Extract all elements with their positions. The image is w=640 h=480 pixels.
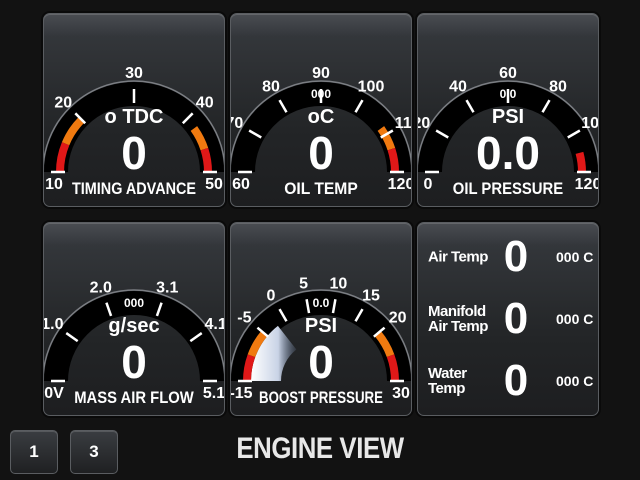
gauge-sub-value: 000 bbox=[311, 87, 331, 101]
gauge-value: 0 bbox=[121, 127, 147, 179]
gauge-tick-label: 0 bbox=[424, 176, 433, 193]
gauge-zone-red-high bbox=[387, 147, 399, 173]
water-temp-unit: 000 C bbox=[556, 373, 594, 389]
gauge-tick-label: 70 bbox=[231, 115, 243, 132]
gauge-tick-label: 100 bbox=[358, 78, 385, 95]
gauge-oil-pressure: 0204060801001200.0PSI0.0OIL PRESSURE bbox=[417, 13, 599, 207]
gauge-svg: 0204060801001200.0PSI0.0OIL PRESSURE bbox=[418, 65, 598, 198]
gauge-sub-value: 0.0 bbox=[313, 296, 330, 310]
gauge-timing-advance: 10 20 30 40 50 o TDC 0 TIMING ADVANCE bbox=[43, 13, 225, 207]
gauge-svg: -15-505 101520300.0PSI0BOOST PRESSURE bbox=[231, 276, 411, 407]
gauge-title-mass-air-flow: MASS AIR FLOW bbox=[74, 388, 194, 407]
manifold-air-temp-row: Manifold Air Temp 0 000 C bbox=[418, 289, 598, 349]
gauge-tick-label: 2.0 bbox=[90, 280, 112, 297]
gauge-tick-label: -15 bbox=[231, 385, 253, 402]
gauge-value: 0 bbox=[308, 336, 334, 388]
gauge-tick-label: 5.1 bbox=[203, 385, 224, 402]
gauge-title-oil-temp: OIL TEMP bbox=[284, 179, 358, 198]
gauge-sub-value: 0.0 bbox=[500, 87, 517, 101]
gauge-unit: PSI bbox=[492, 106, 524, 128]
air-temp-label: Air Temp bbox=[428, 248, 488, 266]
gauge-tick-label: 40 bbox=[449, 78, 467, 95]
gauge-tick-label: -5 bbox=[237, 310, 251, 327]
air-temp-row: Air Temp 0 000 C bbox=[418, 227, 598, 287]
gauge-value: 0 bbox=[121, 336, 147, 388]
gauge-tick-label: 20 bbox=[54, 94, 72, 111]
gauge-tick-label: 80 bbox=[549, 78, 567, 95]
manifold-air-temp-value: 0 bbox=[503, 294, 529, 343]
gauge-tick-label: 50 bbox=[205, 176, 223, 193]
gauge-zone-red-high bbox=[200, 147, 212, 173]
manifold-air-temp-unit: 000 C bbox=[556, 311, 594, 327]
gauge-tick-label: 0 bbox=[267, 287, 276, 304]
gauge-tick-label: 80 bbox=[262, 78, 280, 95]
gauge-sub-value: 000 bbox=[124, 296, 144, 310]
gauge-unit: oC bbox=[308, 106, 335, 128]
gauge-tick-label: 20 bbox=[418, 115, 430, 132]
gauge-tick-label: 30 bbox=[392, 385, 410, 402]
gauge-tick-label: 1.0 bbox=[44, 316, 64, 333]
air-temp-value: 0 bbox=[503, 232, 529, 281]
gauge-value: 0 bbox=[308, 127, 334, 179]
temperature-panel: Air Temp 0 000 C Manifold Air Temp 0 000… bbox=[417, 222, 599, 416]
gauge-tick-label: 90 bbox=[312, 65, 330, 82]
gauge-value: 0.0 bbox=[476, 127, 540, 179]
view-title: ENGINE VIEW bbox=[236, 432, 404, 465]
gauge-unit: PSI bbox=[305, 315, 337, 337]
gauge-title-boost-pressure: BOOST PRESSURE bbox=[259, 388, 383, 407]
gauge-svg: 60 70 80 90 100 110 120 000 oC0OIL TEMP bbox=[231, 65, 411, 198]
gauge-tick-label: 120 bbox=[388, 176, 411, 193]
gauge-unit: g/sec bbox=[108, 315, 159, 337]
gauge-svg: 0V 1.0 2.0 3.1 4.1 5.1 000 g/sec0MASS AIR FLOW bbox=[44, 280, 224, 407]
gauge-tick-label: 5 bbox=[299, 276, 308, 293]
air-temp-unit: 000 C bbox=[556, 249, 594, 265]
gauge-tick-label: 60 bbox=[232, 176, 250, 193]
water-temp-value: 0 bbox=[503, 356, 529, 405]
gauge-title-oil-pressure: OIL PRESSURE bbox=[453, 179, 563, 198]
gauge-zone-red-high bbox=[386, 354, 399, 382]
gauge-svg: 10 20 30 40 50 o TDC0TIMING ADVANCE bbox=[44, 65, 224, 198]
gauge-tick-label: 10 bbox=[45, 176, 63, 193]
gauge-tick-label: 20 bbox=[389, 310, 407, 327]
gauge-tick-label: 4.1 bbox=[204, 316, 224, 333]
manifold-air-temp-label: Manifold Air Temp bbox=[428, 303, 488, 335]
gauge-tick-label: 30 bbox=[125, 65, 143, 82]
gauge-tick-label: 3.1 bbox=[156, 280, 178, 297]
gauge-mass-air-flow: 0V 1.0 2.0 3.1 4.1 5.1 000 g/sec0MASS AIR FLOW bbox=[43, 222, 225, 416]
water-temp-label: Water Temp bbox=[428, 365, 467, 397]
gauge-unit: o TDC bbox=[105, 106, 164, 128]
gauge-tick-label: 120 bbox=[575, 176, 598, 193]
gauge-tick-label: 40 bbox=[196, 94, 214, 111]
gauge-tick-label: 60 bbox=[499, 65, 517, 82]
gauge-title-timing-advance: TIMING ADVANCE bbox=[72, 179, 196, 198]
gauge-boost-pressure: -15 -5 0 5 10 15 20 30 0.0 PSI 0 BOOST PRESSURE bbox=[230, 222, 412, 416]
gauge-oil-temp: 60 70 80 90 100 110 120 000 oC0OIL TEMP bbox=[230, 13, 412, 207]
gauge-tick-label: 15 bbox=[362, 287, 380, 304]
gauge-zone-red-low bbox=[243, 354, 256, 382]
gauge-tick-label: 0V bbox=[44, 385, 64, 402]
page-3-button[interactable]: 3 bbox=[70, 430, 118, 474]
gauge-zone-red-high bbox=[575, 151, 586, 173]
page-1-button[interactable]: 1 bbox=[10, 430, 58, 474]
water-temp-row: Water Temp 0 000 C bbox=[418, 351, 598, 411]
gauge-tick-label: 100 bbox=[581, 115, 598, 132]
gauge-tick-label: 110 bbox=[395, 115, 411, 132]
gauge-tick-label: 10 bbox=[329, 276, 347, 293]
